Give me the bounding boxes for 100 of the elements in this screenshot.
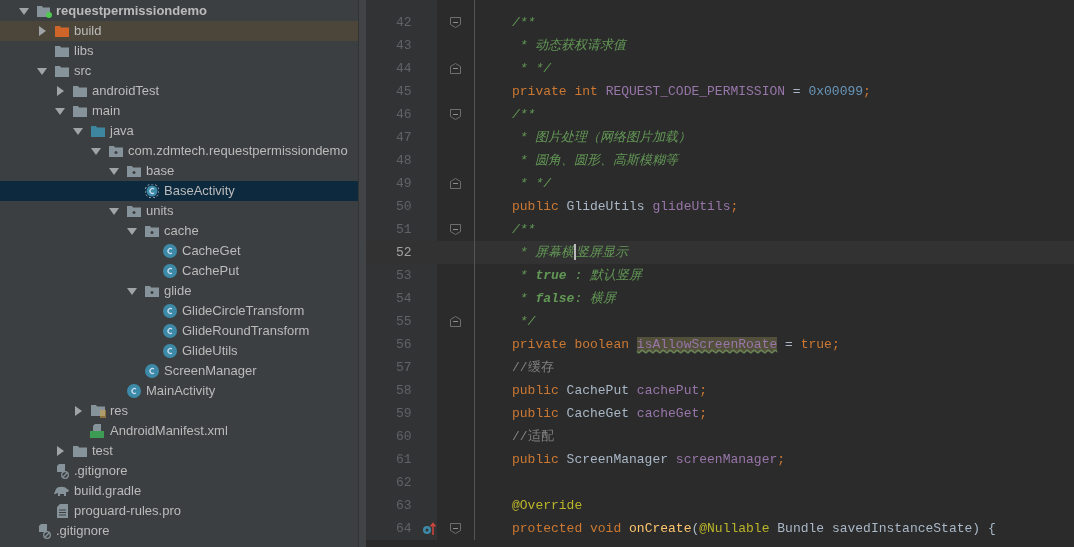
override-marker-icon[interactable] [421,521,436,536]
tree-item[interactable]: requestpermissiondemo [0,1,358,21]
tree-item[interactable]: .gitignore [0,461,358,481]
folder-icon [73,105,87,117]
fold-end-icon[interactable] [450,63,461,74]
collapsed-arrow-icon[interactable] [55,446,65,456]
code-line: @Override [512,496,583,515]
tree-item-label: java [110,122,134,141]
tree-item[interactable]: androidTest [0,81,358,101]
expanded-arrow-icon[interactable] [55,106,65,116]
tree-item-label: GlideRoundTransform [182,322,310,341]
package-icon [127,205,141,217]
ignored-file-icon [37,523,51,539]
tree-item[interactable]: MainActivity [0,381,358,401]
manifest-file-icon [90,424,106,438]
module-folder-icon [36,4,52,18]
folder-icon [73,85,87,97]
tree-item-label: proguard-rules.pro [74,502,181,521]
code-line: * 圆角、圆形、高斯模糊等 [518,151,679,170]
tree-item-label: .gitignore [56,522,110,541]
tree-item[interactable]: GlideRoundTransform [0,321,358,341]
tree-item[interactable]: proguard-rules.pro [0,501,358,521]
tree-item-label: test [92,442,113,461]
expanded-arrow-icon[interactable] [37,66,47,76]
tree-item-label: libs [74,42,94,61]
tree-item[interactable]: AndroidManifest.xml [0,421,358,441]
tree-item[interactable]: test [0,441,358,461]
tree-item-label: build [74,22,102,41]
tree-item-label: src [74,62,92,81]
expanded-arrow-icon[interactable] [127,286,137,296]
tree-item[interactable]: GlideUtils [0,341,358,361]
tree-item[interactable]: units [0,201,358,221]
expanded-arrow-icon[interactable] [109,166,119,176]
folder-icon [55,25,69,37]
code-line: * false: 横屏 [518,289,617,308]
tree-item[interactable]: libs [0,41,358,61]
tree-item[interactable]: ScreenManager [0,361,358,381]
tree-item[interactable]: glide [0,281,358,301]
folder-icon [55,45,69,57]
tree-item[interactable]: build [0,21,358,41]
tree-item[interactable]: cache [0,221,358,241]
fold-end-icon[interactable] [450,316,461,327]
line-number: 52 [396,243,412,262]
tree-item-label: requestpermissiondemo [56,2,207,21]
tree-item[interactable]: src [0,61,358,81]
fold-start-icon[interactable] [450,109,461,120]
ignored-file-icon [55,463,69,479]
tree-item-label: CachePut [182,262,240,281]
fold-end-icon[interactable] [450,178,461,189]
tree-item-label: BaseActivity [164,182,235,201]
tree-item[interactable]: res [0,401,358,421]
tree-item[interactable]: base [0,161,358,181]
tree-item[interactable]: BaseActivity [0,181,358,201]
expanded-arrow-icon[interactable] [127,226,137,236]
code-line: public CacheGet cacheGet; [512,404,708,423]
scrollbar-track[interactable] [358,0,366,547]
resource-folder-icon [90,404,106,418]
tree-item[interactable]: main [0,101,358,121]
tree-item-label: build.gradle [74,482,142,501]
text-file-icon [56,504,68,518]
package-icon [127,165,141,177]
package-icon [109,145,123,157]
code-line: private boolean isAllowScreenRoate = true; [512,335,840,354]
tree-item-label: res [110,402,129,421]
expanded-arrow-icon[interactable] [109,206,119,216]
tree-item[interactable]: CachePut [0,261,358,281]
expanded-arrow-icon[interactable] [91,146,101,156]
class-icon [145,364,159,378]
code-line: public GlideUtils glideUtils; [512,197,739,216]
tree-item[interactable]: CacheGet [0,241,358,261]
tree-item-label: main [92,102,121,121]
tree-item[interactable]: .gitignore [0,521,358,541]
code-line: protected void onCreate(@Nullable Bundle savedInstanceState) { [512,519,996,538]
tree-item[interactable]: com.zdmtech.requestpermissiondemo [0,141,358,161]
tree-item-label: androidTest [92,82,160,101]
fold-start-icon[interactable] [450,17,461,28]
code-line: * 图片处理（网络图片加载） [518,128,692,147]
class-icon [163,264,177,278]
code-line: * */ [518,59,551,78]
code-line: public CachePut cachePut; [512,381,708,400]
tree-item[interactable]: java [0,121,358,141]
expanded-arrow-icon[interactable] [73,126,83,136]
fold-start-icon[interactable] [450,224,461,235]
tree-item-label: CacheGet [182,242,241,261]
code-line: //缓存 [512,358,554,377]
collapsed-arrow-icon[interactable] [55,86,65,96]
class-icon [127,384,141,398]
tree-item-label: GlideCircleTransform [182,302,305,321]
tree-item[interactable]: GlideCircleTransform [0,301,358,321]
tree-item-label: .gitignore [74,462,128,481]
tree-item-label: glide [164,282,192,301]
class-icon [163,344,177,358]
collapsed-arrow-icon[interactable] [73,406,83,416]
collapsed-arrow-icon[interactable] [37,26,47,36]
code-line: private int REQUEST_CODE_PERMISSION = 0x00099; [512,82,871,101]
code-line: public ScreenManager screenManager; [512,450,786,469]
tree-item-label: ScreenManager [164,362,257,381]
tree-item[interactable]: build.gradle [0,481,358,501]
fold-start-icon[interactable] [450,523,461,534]
expanded-arrow-icon[interactable] [19,6,29,16]
